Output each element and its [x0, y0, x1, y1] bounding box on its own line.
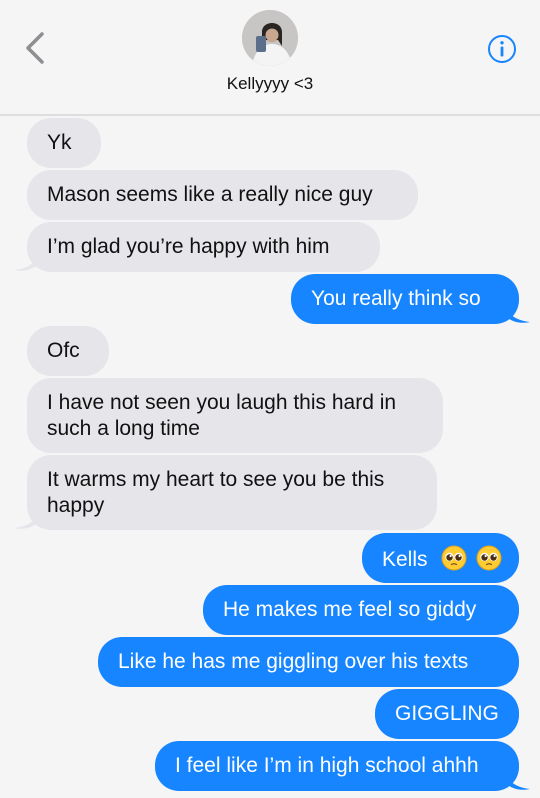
contact-avatar[interactable]	[242, 10, 298, 66]
message-bubble-outgoing[interactable]: I feel like I’m in high school ahhh	[155, 741, 519, 791]
message-bubble-incoming[interactable]: I have not seen you laugh this hard in s…	[27, 378, 443, 453]
contact-name[interactable]: Kellyyyy <3	[0, 74, 540, 94]
bubble-tail	[14, 514, 38, 529]
message-bubble-incoming[interactable]: Yk	[27, 118, 101, 168]
info-circle-icon[interactable]	[487, 34, 517, 64]
message-bubble-incoming[interactable]: It warms my heart to see you be this hap…	[27, 455, 437, 530]
bubble-tail	[506, 308, 530, 323]
message-bubble-outgoing[interactable]: He makes me feel so giddy	[203, 585, 519, 635]
conversation-header: Kellyyyy <3	[0, 0, 540, 116]
message-bubble-outgoing[interactable]: Kells	[362, 533, 519, 583]
bubble-tail	[506, 775, 530, 790]
message-bubble-incoming[interactable]: I’m glad you’re happy with him	[27, 222, 380, 272]
pleading-face-emoji	[476, 545, 502, 571]
chevron-left-icon[interactable]	[22, 30, 50, 66]
bubble-tail	[14, 256, 38, 271]
message-bubble-incoming[interactable]: Mason seems like a really nice guy	[27, 170, 418, 220]
message-bubble-incoming[interactable]: Ofc	[27, 326, 109, 376]
message-bubble-outgoing[interactable]: You really think so	[291, 274, 519, 324]
message-text: Kells	[382, 548, 428, 571]
message-bubble-outgoing[interactable]: Like he has me giggling over his texts	[98, 637, 519, 687]
message-bubble-outgoing[interactable]: GIGGLING	[375, 689, 519, 739]
pleading-face-emoji	[441, 545, 467, 571]
avatar-photo	[242, 10, 298, 66]
